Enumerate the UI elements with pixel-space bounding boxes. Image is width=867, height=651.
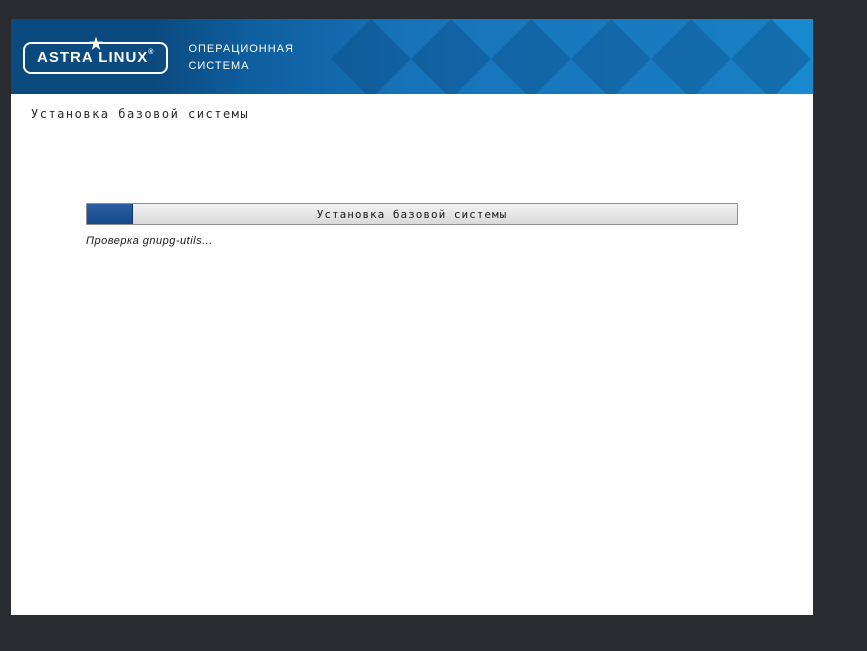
progress-section: Установка базовой системы Проверка gnupg… xyxy=(31,203,793,247)
content-area: Установка базовой системы Установка базо… xyxy=(11,94,813,260)
star-icon xyxy=(88,36,104,52)
progress-bar: Установка базовой системы xyxy=(86,203,738,225)
page-title: Установка базовой системы xyxy=(31,107,793,121)
header-banner: ASTRA LINUX® ОПЕРАЦИОННАЯ СИСТЕМА xyxy=(11,19,813,94)
installer-window: ASTRA LINUX® ОПЕРАЦИОННАЯ СИСТЕМА Устано… xyxy=(11,19,813,615)
banner-pattern-icon xyxy=(331,19,813,94)
progress-bar-label: Установка базовой системы xyxy=(87,204,737,224)
brand-tagline: ОПЕРАЦИОННАЯ СИСТЕМА xyxy=(188,41,294,74)
logo-block: ASTRA LINUX® ОПЕРАЦИОННАЯ СИСТЕМА xyxy=(23,41,294,74)
brand-logo-frame: ASTRA LINUX® xyxy=(23,42,168,74)
progress-status-text: Проверка gnupg-utils... xyxy=(86,235,738,247)
